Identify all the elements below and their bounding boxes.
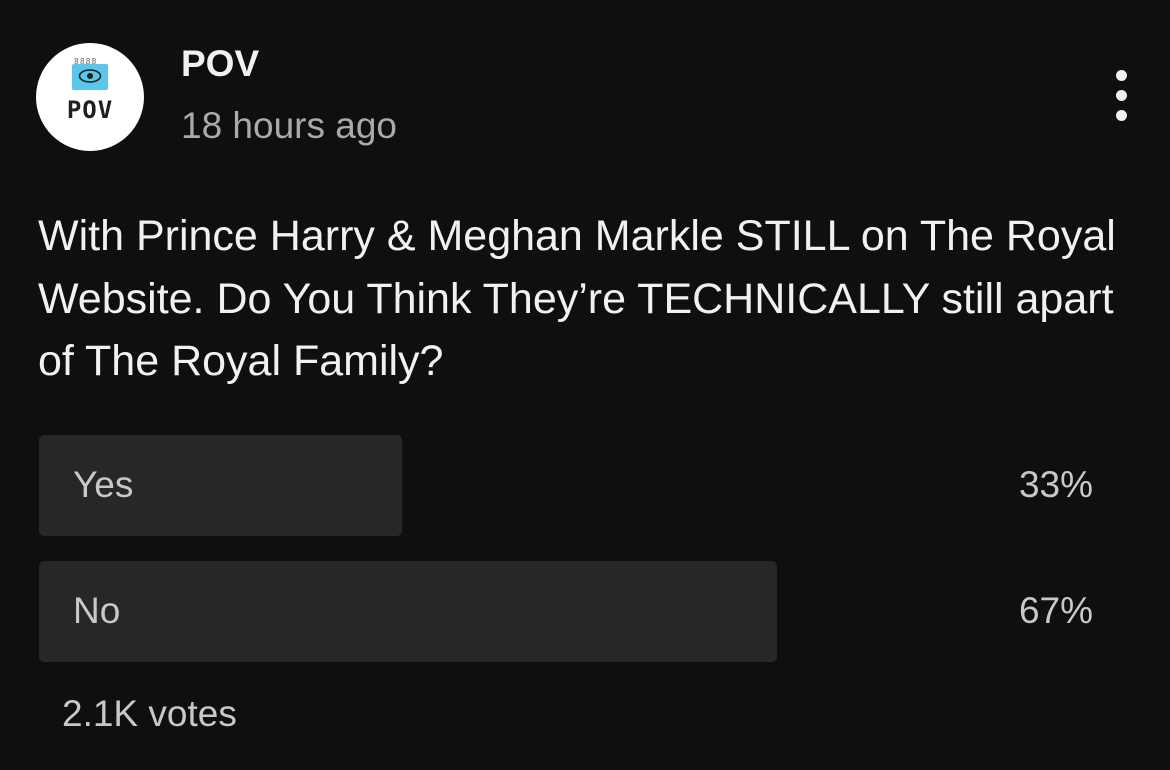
poll-vote-count: 2.1K votes xyxy=(62,693,237,734)
more-vertical-icon-dot xyxy=(1116,110,1127,121)
more-vertical-icon xyxy=(1116,70,1127,81)
channel-name[interactable]: POV xyxy=(181,42,259,86)
post-timestamp[interactable]: 18 hours ago xyxy=(181,104,397,148)
poll-option-label: Yes xyxy=(73,464,134,505)
community-post: 8888 POV POV 18 hours ago With Prince Ha… xyxy=(0,0,1170,770)
poll-option-yes[interactable]: Yes 33% xyxy=(39,435,1099,536)
more-vertical-icon-dot xyxy=(1116,90,1127,101)
more-options-button[interactable] xyxy=(1100,66,1144,126)
channel-avatar[interactable]: 8888 POV xyxy=(36,43,144,151)
poll-option-label: No xyxy=(73,590,121,631)
poll-option-percent: 67% xyxy=(1018,590,1093,631)
avatar-logo-text: POV xyxy=(66,96,114,124)
eye-icon xyxy=(78,69,102,83)
post-question: With Prince Harry & Meghan Markle STILL … xyxy=(38,212,1116,385)
poll-option-no[interactable]: No 67% xyxy=(39,561,1099,662)
poll-option-percent: 33% xyxy=(1018,464,1093,505)
poll-result-bar xyxy=(39,561,777,662)
